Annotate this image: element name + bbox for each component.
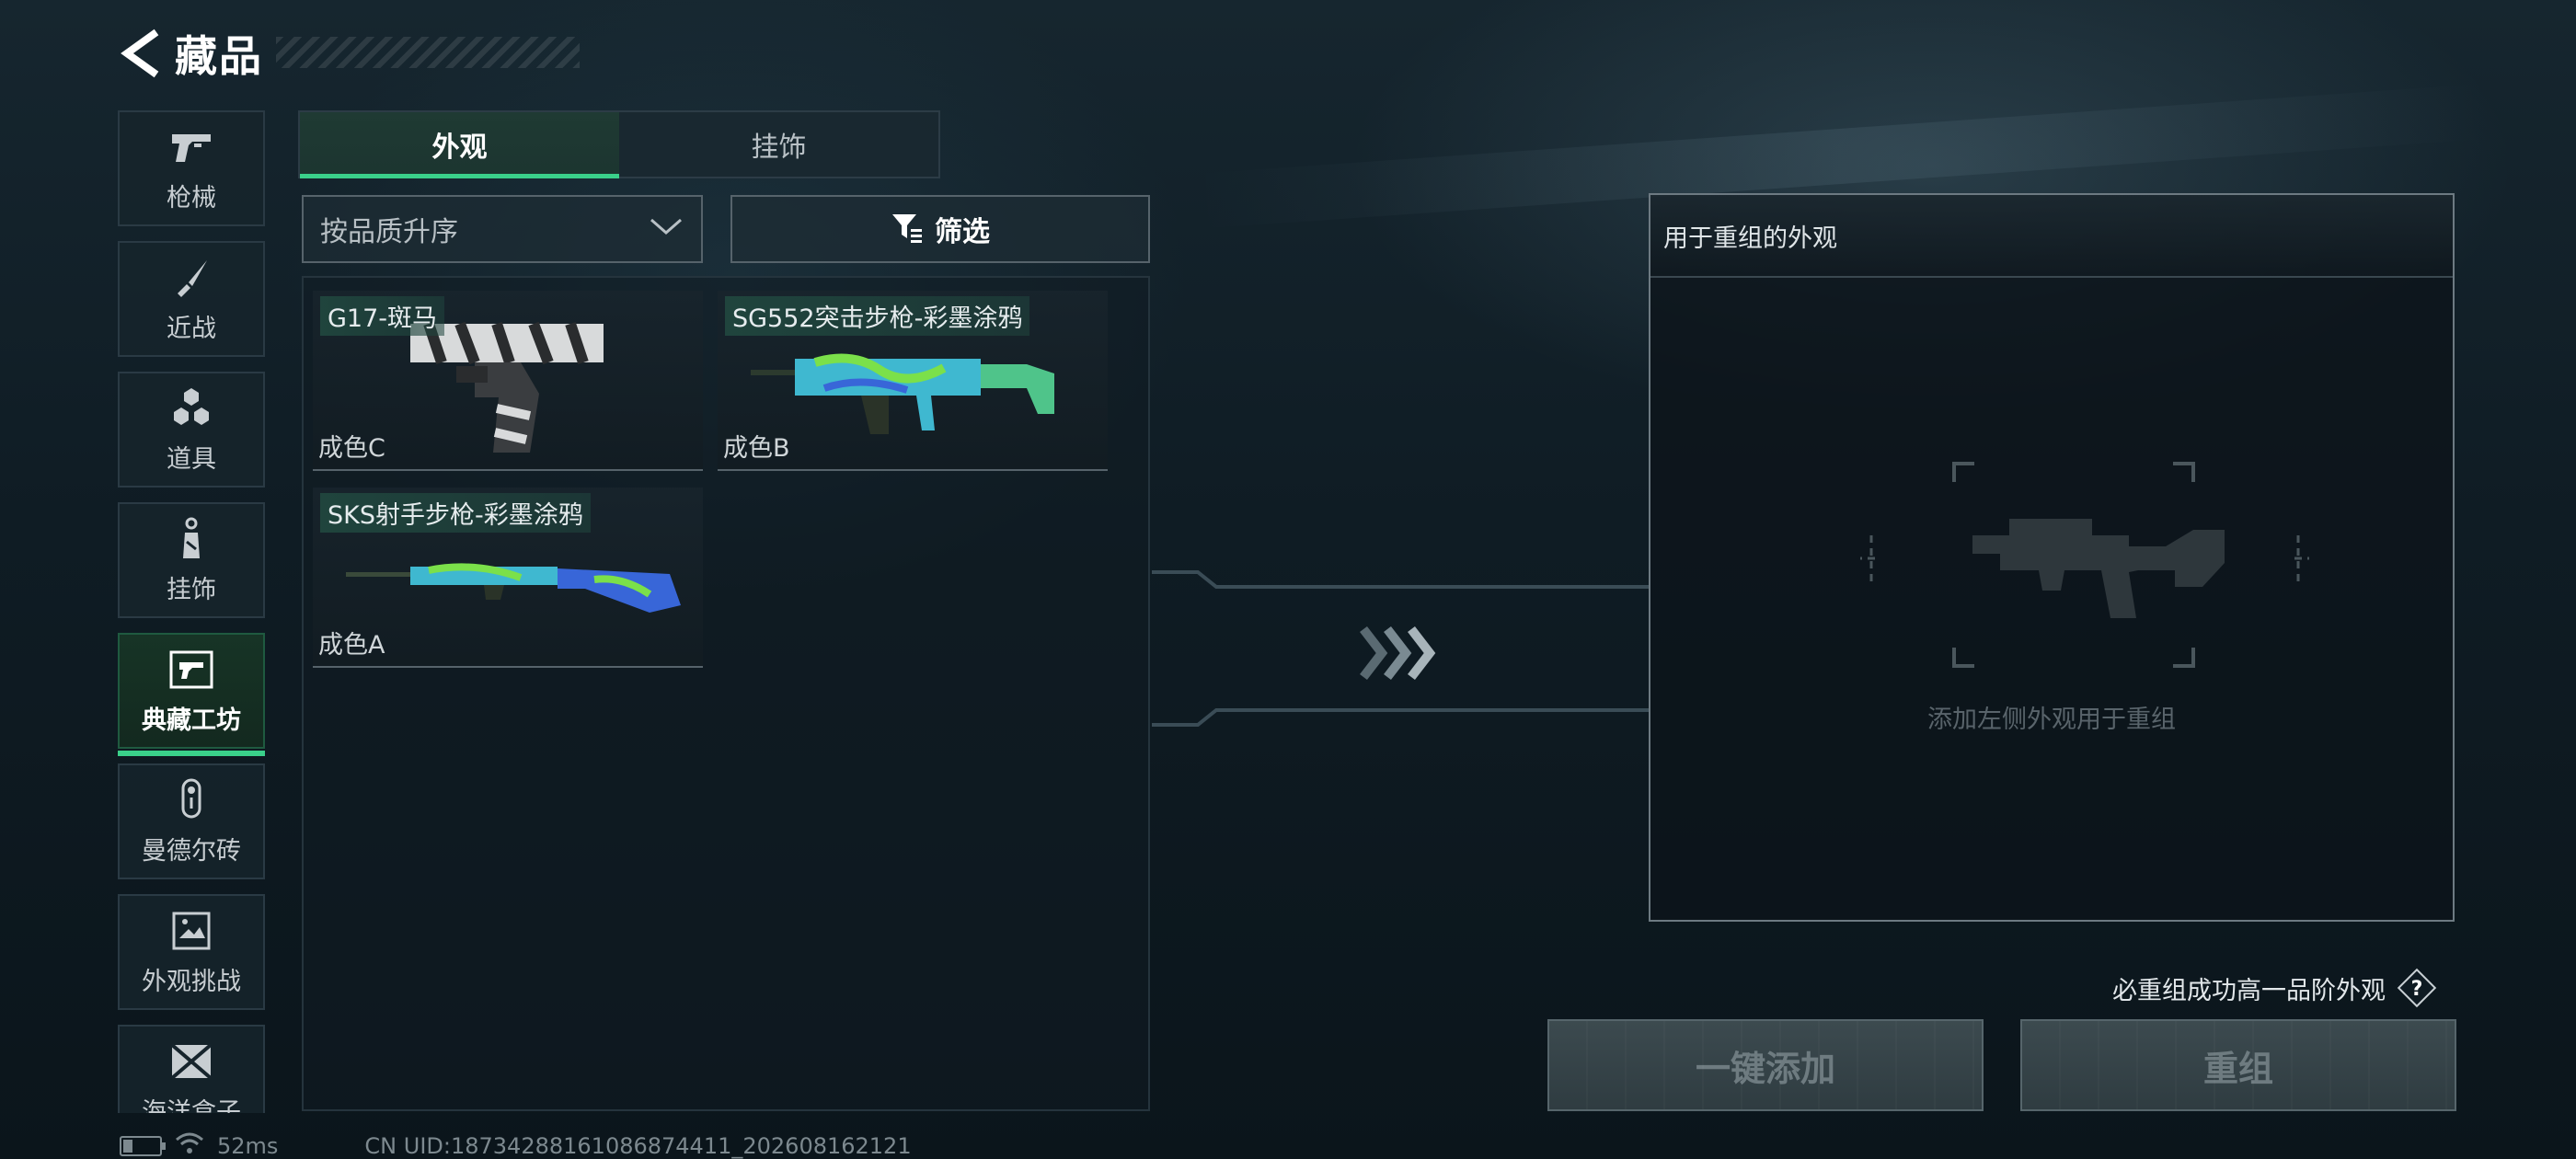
recombine-panel: 用于重组的外观 添加左侧外观用于重组 bbox=[1649, 193, 2455, 922]
back-arrow-icon[interactable] bbox=[120, 29, 160, 78]
sidebar-item-ocean-box[interactable]: 海洋盒子 bbox=[118, 1025, 265, 1113]
challenge-image-icon bbox=[168, 908, 214, 954]
filter-button[interactable]: 筛选 bbox=[730, 195, 1150, 263]
rifle-sks-image bbox=[346, 563, 681, 613]
skin-grade: 成色B bbox=[723, 434, 790, 463]
hexagon-cluster-icon bbox=[168, 385, 214, 431]
skin-card-g17-zebra[interactable]: G17-斑马 成色C bbox=[313, 291, 703, 471]
recombine-button[interactable]: 重组 bbox=[2020, 1019, 2456, 1111]
user-uid: CN UID:18734288161086874411_202608162121 bbox=[364, 1133, 912, 1159]
sidebar-item-melee[interactable]: 近战 bbox=[118, 241, 265, 357]
sidebar: 枪械 近战 道具 挂饰 典藏工坊 曼德尔砖 外观挑战 海洋盒子 bbox=[118, 110, 265, 1113]
chevron-down-icon bbox=[648, 216, 684, 242]
add-all-button[interactable]: 一键添加 bbox=[1547, 1019, 1984, 1111]
recombine-title: 用于重组的外观 bbox=[1650, 195, 2453, 278]
ping-value: 52ms bbox=[217, 1133, 279, 1159]
sidebar-item-items[interactable]: 道具 bbox=[118, 372, 265, 488]
skin-grade: 成色A bbox=[318, 631, 385, 660]
battery-icon bbox=[120, 1136, 166, 1156]
skin-list-panel: G17-斑马 成色C SG552突击步枪-彩墨涂鸦 成色B SKS射手步枪-彩墨… bbox=[302, 276, 1150, 1111]
filter-icon bbox=[891, 211, 924, 247]
tab-bar: 外观 挂饰 bbox=[298, 110, 940, 178]
tab-skins[interactable]: 外观 bbox=[300, 112, 619, 178]
rifle-sg552-image bbox=[751, 353, 1054, 434]
skin-card-sks-graffiti[interactable]: SKS射手步枪-彩墨涂鸦 成色A bbox=[313, 488, 703, 668]
sidebar-item-guns[interactable]: 枪械 bbox=[118, 110, 265, 226]
skin-name: G17-斑马 bbox=[320, 296, 445, 336]
header: 藏品 bbox=[120, 26, 263, 81]
skin-name: SKS射手步枪-彩墨涂鸦 bbox=[320, 493, 591, 533]
sidebar-item-challenge[interactable]: 外观挑战 bbox=[118, 894, 265, 1010]
knife-icon bbox=[168, 255, 214, 301]
sort-value: 按品质升序 bbox=[320, 216, 458, 248]
wifi-icon bbox=[175, 1131, 204, 1159]
skin-name: SG552突击步枪-彩墨涂鸦 bbox=[725, 296, 1030, 336]
page-title: 藏品 bbox=[175, 31, 263, 81]
svg-text:?: ? bbox=[2411, 978, 2423, 1001]
capsule-key-icon bbox=[168, 777, 214, 823]
sidebar-item-workshop[interactable]: 典藏工坊 bbox=[118, 633, 265, 756]
recombine-placeholder: 添加左侧外观用于重组 bbox=[1927, 706, 2176, 734]
guarantee-text: 必重组成功高一品阶外观 bbox=[2112, 976, 2386, 1005]
filter-label: 筛选 bbox=[935, 216, 990, 248]
rifle-placeholder-icon bbox=[1860, 462, 2309, 668]
chevron-right-icon bbox=[1360, 625, 1437, 681]
crate-icon bbox=[168, 1039, 214, 1084]
tab-charms[interactable]: 挂饰 bbox=[619, 112, 938, 177]
workshop-icon bbox=[168, 647, 214, 693]
help-icon[interactable]: ? bbox=[2397, 968, 2437, 1008]
pistol-icon bbox=[168, 124, 214, 170]
skin-grade: 成色C bbox=[318, 434, 385, 463]
title-decoration bbox=[276, 37, 580, 68]
charm-tag-icon bbox=[168, 516, 214, 562]
guarantee-note: 必重组成功高一品阶外观 ? bbox=[2112, 968, 2437, 1008]
sidebar-item-mandel-brick[interactable]: 曼德尔砖 bbox=[118, 763, 265, 879]
sidebar-item-charms[interactable]: 挂饰 bbox=[118, 502, 265, 618]
status-bar: 52ms CN UID:18734288161086874411_2026081… bbox=[120, 1131, 912, 1159]
sort-dropdown[interactable]: 按品质升序 bbox=[302, 195, 703, 263]
skin-card-sg552-graffiti[interactable]: SG552突击步枪-彩墨涂鸦 成色B bbox=[718, 291, 1108, 471]
